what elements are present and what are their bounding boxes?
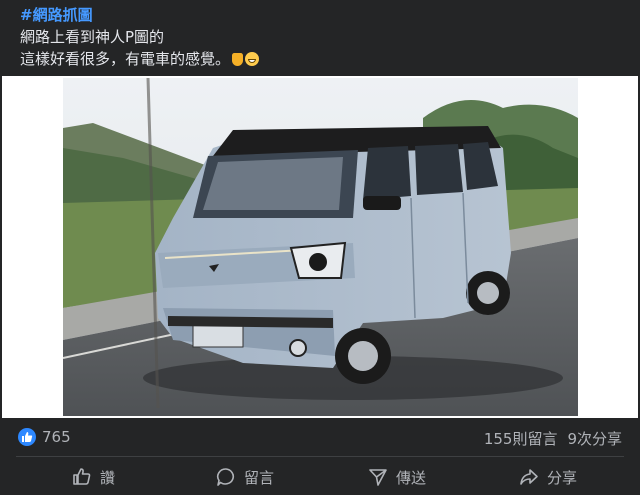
share-arrow-icon (520, 469, 538, 485)
divider (16, 456, 624, 457)
comment-label: 留言 (244, 468, 275, 487)
like-label: 讚 (100, 468, 116, 487)
send-icon (369, 469, 387, 486)
share-button[interactable]: 分享 (519, 464, 577, 490)
comment-button[interactable]: 留言 (216, 464, 274, 490)
send-button[interactable]: 傳送 (368, 464, 426, 490)
post-action-bar: 讚 留言 傳送 分享 (0, 458, 640, 495)
share-count[interactable]: 9次分享 (567, 430, 622, 448)
post-line-1: 網路上看到神人P圖的 (20, 28, 165, 46)
van-photo-illustration (63, 78, 578, 416)
like-button[interactable]: 讚 (72, 464, 115, 490)
grinning-face-emoji-icon (245, 52, 260, 66)
post-stats-bar: 765 155則留言 9次分享 (0, 420, 640, 454)
send-label: 傳送 (396, 468, 427, 487)
thumbs-up-emoji-icon (232, 53, 244, 66)
post-photo[interactable] (63, 78, 578, 416)
like-reaction-icon[interactable] (18, 428, 36, 446)
post-media-frame (2, 76, 638, 418)
thumbs-up-icon (73, 468, 91, 485)
post-line-2-text: 這樣好看很多，有電車的感覺。 (20, 50, 231, 68)
comment-share-counts: 155則留言 9次分享 (474, 428, 622, 449)
hashtag-link[interactable]: #網路抓圖 (20, 4, 93, 25)
comment-icon (216, 468, 235, 486)
like-count[interactable]: 765 (42, 428, 71, 446)
post-text: #網路抓圖 網路上看到神人P圖的 這樣好看很多，有電車的感覺。 (0, 0, 640, 76)
share-label: 分享 (547, 468, 578, 487)
comment-count[interactable]: 155則留言 (484, 430, 558, 448)
post-line-2: 這樣好看很多，有電車的感覺。 (20, 48, 260, 69)
